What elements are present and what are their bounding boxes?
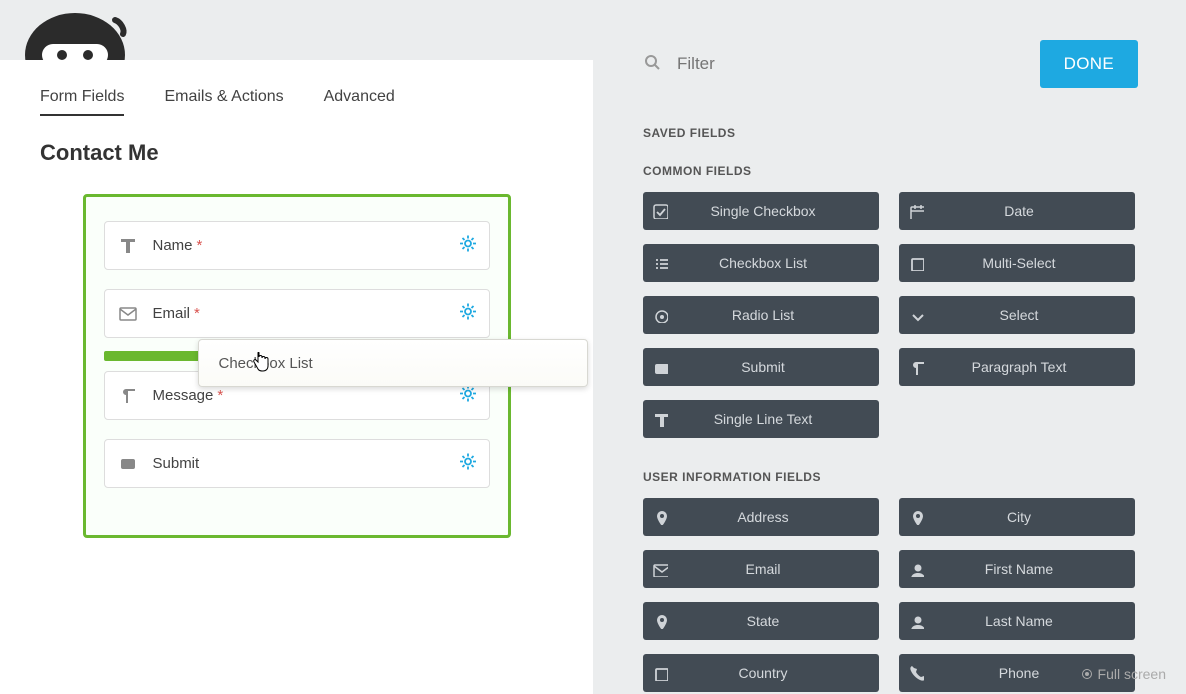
chip-label: Submit <box>677 359 879 375</box>
field-chip-state[interactable]: State <box>643 602 879 640</box>
user-icon <box>899 562 933 577</box>
pin-icon <box>643 510 677 525</box>
field-chip-submit[interactable]: Submit <box>643 348 879 386</box>
field-chip-city[interactable]: City <box>899 498 1135 536</box>
drag-ghost-checkbox-list: Checkbox List <box>198 339 588 387</box>
common-fields-grid: Single Checkbox Date Checkbox List Multi-Se… <box>643 192 1138 438</box>
pin-icon <box>899 510 933 525</box>
field-chip-select[interactable]: Select <box>899 296 1135 334</box>
field-label: Submit <box>153 455 200 472</box>
radio-icon <box>643 308 677 323</box>
form-drop-zone[interactable]: Name* Email* Message* Submit Checkbox Li… <box>83 194 511 538</box>
ninja-logo <box>20 0 130 60</box>
field-chip-single-line-text[interactable]: Single Line Text <box>643 400 879 438</box>
fullscreen-toggle[interactable]: Full screen <box>1082 666 1166 682</box>
gear-icon[interactable] <box>459 302 477 325</box>
field-chip-date[interactable]: Date <box>899 192 1135 230</box>
text-icon <box>119 237 137 255</box>
chip-label: Date <box>933 203 1135 219</box>
done-button[interactable]: DONE <box>1040 40 1138 88</box>
tab-emails-actions[interactable]: Emails & Actions <box>164 88 283 116</box>
form-builder-panel: Form Fields Emails & Actions Advanced Co… <box>0 60 593 694</box>
field-label: Name* <box>153 237 203 254</box>
square-icon <box>643 666 677 681</box>
chip-label: Address <box>677 509 879 525</box>
phone-icon <box>899 666 933 681</box>
field-chip-single-checkbox[interactable]: Single Checkbox <box>643 192 879 230</box>
button-icon <box>119 455 137 473</box>
field-label: Message* <box>153 387 224 404</box>
filter-input[interactable] <box>677 54 1040 74</box>
tab-form-fields[interactable]: Form Fields <box>40 88 124 116</box>
mail-icon <box>119 305 137 323</box>
button-icon <box>643 360 677 375</box>
field-email[interactable]: Email* <box>104 289 490 338</box>
section-saved-fields: SAVED FIELDS <box>643 126 1138 140</box>
list-icon <box>643 256 677 271</box>
search-icon <box>643 53 665 75</box>
form-title: Contact Me <box>40 140 553 166</box>
field-chip-first-name[interactable]: First Name <box>899 550 1135 588</box>
field-chip-address[interactable]: Address <box>643 498 879 536</box>
chip-label: Radio List <box>677 307 879 323</box>
chevron-icon <box>899 308 933 323</box>
field-chip-paragraph-text[interactable]: Paragraph Text <box>899 348 1135 386</box>
pin-icon <box>643 614 677 629</box>
chip-label: First Name <box>933 561 1135 577</box>
field-chip-email[interactable]: Email <box>643 550 879 588</box>
gear-icon[interactable] <box>459 234 477 257</box>
section-common-fields: COMMON FIELDS <box>643 164 1138 178</box>
section-userinfo-fields: USER INFORMATION FIELDS <box>643 470 1138 484</box>
chip-label: Select <box>933 307 1135 323</box>
field-palette-panel: DONE SAVED FIELDS COMMON FIELDS Single C… <box>593 0 1186 694</box>
field-label: Email* <box>153 305 200 322</box>
mail-icon <box>643 562 677 577</box>
chip-label: Last Name <box>933 613 1135 629</box>
para-icon <box>899 360 933 375</box>
chip-label: Email <box>677 561 879 577</box>
tab-advanced[interactable]: Advanced <box>324 88 395 116</box>
chip-label: State <box>677 613 879 629</box>
field-chip-checkbox-list[interactable]: Checkbox List <box>643 244 879 282</box>
field-chip-multi-select[interactable]: Multi-Select <box>899 244 1135 282</box>
target-icon <box>1082 669 1092 679</box>
field-chip-country[interactable]: Country <box>643 654 879 692</box>
chip-label: Paragraph Text <box>933 359 1135 375</box>
user-icon <box>899 614 933 629</box>
text-icon <box>643 412 677 427</box>
check-icon <box>643 204 677 219</box>
square-icon <box>899 256 933 271</box>
calendar-icon <box>899 204 933 219</box>
field-chip-last-name[interactable]: Last Name <box>899 602 1135 640</box>
chip-label: Single Line Text <box>677 411 879 427</box>
field-chip-radio-list[interactable]: Radio List <box>643 296 879 334</box>
gear-icon[interactable] <box>459 452 477 475</box>
builder-tabs: Form Fields Emails & Actions Advanced <box>40 88 553 116</box>
chip-label: Country <box>677 665 879 681</box>
chip-label: Multi-Select <box>933 255 1135 271</box>
gear-icon[interactable] <box>459 384 477 407</box>
chip-label: Single Checkbox <box>677 203 879 219</box>
chip-label: City <box>933 509 1135 525</box>
field-submit[interactable]: Submit <box>104 439 490 488</box>
field-name[interactable]: Name* <box>104 221 490 270</box>
chip-label: Checkbox List <box>677 255 879 271</box>
userinfo-fields-grid: Address City Email First Name State Last Name… <box>643 498 1138 692</box>
paragraph-icon <box>119 387 137 405</box>
